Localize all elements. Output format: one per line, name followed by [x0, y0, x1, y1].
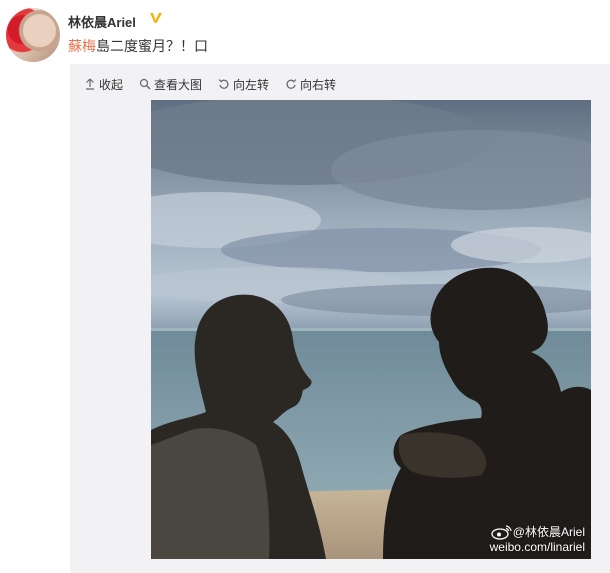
- post-text-body: 島二度蜜月？！: [96, 39, 194, 55]
- rotate-right-button[interactable]: 向右转: [285, 76, 336, 93]
- rotate-left-icon: [218, 79, 229, 89]
- collapse-label: 收起: [99, 77, 124, 92]
- location-mention-link[interactable]: 蘇梅: [68, 39, 96, 55]
- weibo-logo-icon: [491, 525, 512, 540]
- beach-couple-silhouette-image: [151, 100, 591, 559]
- media-toolbar: 收起 查看大图 向左转 向右转: [84, 75, 352, 93]
- post-text: 蘇梅島二度蜜月？！口: [68, 36, 208, 56]
- rotate-right-icon: [286, 79, 297, 89]
- username-link[interactable]: 林依晨Ariel: [68, 12, 136, 31]
- rotate-left-button[interactable]: 向左转: [218, 76, 269, 93]
- watermark-handle: @林依晨Ariel: [512, 524, 585, 539]
- rotate-left-label: 向左转: [233, 77, 270, 92]
- upload-arrow-icon: [86, 78, 94, 90]
- post-text-trailing: 口: [194, 39, 208, 55]
- view-large-label: 查看大图: [154, 77, 203, 92]
- view-large-button[interactable]: 查看大图: [139, 76, 202, 93]
- post-photo[interactable]: @林依晨Ariel weibo.com/linariel: [151, 100, 591, 559]
- media-card: 收起 查看大图 向左转 向右转 @林依晨Ariel weibo.com/lina…: [70, 64, 610, 573]
- photo-watermark: @林依晨Ariel weibo.com/linariel: [490, 524, 585, 555]
- watermark-url: weibo.com/linariel: [489, 540, 585, 554]
- verified-badge-icon: [150, 13, 162, 23]
- rotate-right-label: 向右转: [300, 77, 337, 92]
- collapse-button[interactable]: 收起: [84, 76, 123, 93]
- avatar[interactable]: [6, 8, 60, 62]
- magnifier-icon: [139, 78, 151, 90]
